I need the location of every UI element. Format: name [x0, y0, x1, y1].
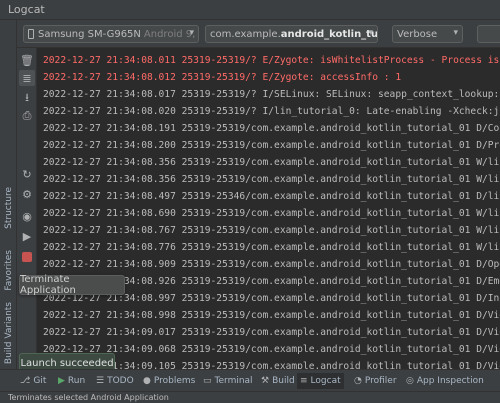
log-level-value: Verbose [397, 28, 438, 40]
chevron-down-icon: ▾ [453, 28, 458, 38]
log-line: 2022-12-27 21:34:08.497 25319-25346/com.… [43, 191, 500, 202]
logcat-side-toolbar: 🗑 ≣ ⭳ ⎙ ↻ ⚙ ◉ ▶ [17, 48, 37, 383]
build-variants-tab[interactable]: Build Variants [1, 300, 16, 366]
terminate-application-button[interactable] [19, 249, 35, 265]
bottom-tool-bar: ⎇ Git ▶ Run ☰ TODO ● Problems ▭ Terminal ⚒ Bui… [0, 369, 500, 391]
screenshot-icon: ◉ [22, 209, 32, 223]
left-tool-strip: Structure Favorites Build Variants [0, 20, 17, 383]
favorites-tab-label: Favorites [3, 249, 14, 291]
tab-todo[interactable]: ☰ TODO [96, 373, 134, 389]
log-line: 2022-12-27 21:34:08.909 25319-25319/com.… [43, 259, 500, 270]
clear-logcat-button[interactable]: 🗑 [19, 52, 35, 68]
print-button[interactable]: ⎙ [19, 108, 35, 124]
stop-icon [22, 252, 32, 262]
log-line: 2022-12-27 21:34:08.191 25319-25319/com.… [43, 123, 500, 134]
tab-terminal[interactable]: ▭ Terminal [203, 373, 253, 389]
screen-capture-button[interactable]: ◉ [19, 208, 35, 224]
log-line: 2022-12-27 21:34:08.012 25319-25319/? E/… [43, 72, 402, 83]
tab-label: Logcat [310, 376, 341, 386]
tab-profiler[interactable]: ◔ Profiler [354, 373, 397, 389]
git-icon: ⎇ [20, 376, 31, 386]
print-icon: ⎙ [22, 109, 32, 122]
terminate-application-tooltip: Terminate Application [19, 274, 125, 296]
log-line: 2022-12-27 21:34:08.767 25319-25319/com.… [43, 225, 500, 236]
logcat-icon: ≡ [300, 376, 308, 386]
run-icon: ▶ [58, 376, 65, 386]
structure-tab[interactable]: Structure [1, 178, 16, 238]
log-line: 2022-12-27 21:34:08.200 25319-25319/com.… [43, 140, 500, 151]
chevron-down-icon: ▾ [189, 28, 194, 38]
tab-label: Build [272, 376, 295, 386]
tab-label: Problems [153, 376, 196, 386]
tab-logcat[interactable]: ≡ Logcat [297, 373, 344, 389]
screen-record-icon: ▶ [22, 229, 32, 243]
tab-label: Git [33, 376, 47, 386]
log-line: 2022-12-27 21:34:08.690 25319-25319/com.… [43, 208, 500, 219]
process-name: android_kotlin_tuto [280, 28, 378, 40]
settings-icon: ⚙ [22, 187, 32, 201]
phone-icon [28, 29, 34, 39]
device-name: Samsung SM-G965N [38, 28, 141, 40]
search-input[interactable] [477, 25, 500, 43]
log-line: 2022-12-27 21:34:09.017 25319-25319/com.… [43, 327, 500, 338]
scroll-to-end-button[interactable]: ⭳ [19, 90, 35, 106]
tab-git[interactable]: ⎇ Git [20, 373, 46, 389]
chevron-down-icon: ▾ [368, 28, 373, 38]
device-selector[interactable]: Samsung SM-G965N Android 9, ▾ [23, 25, 199, 43]
log-line: 2022-12-27 21:34:08.011 25319-25319/? E/… [43, 55, 500, 66]
build-icon: ⚒ [261, 376, 270, 386]
tab-app-inspection[interactable]: ◎ App Inspection [406, 373, 484, 389]
log-line: 2022-12-27 21:34:08.017 25319-25319/? I/… [43, 89, 500, 100]
screen-record-button[interactable]: ▶ [19, 228, 35, 244]
structure-tab-label: Structure [3, 187, 14, 229]
process-selector[interactable]: com.example.android_kotlin_tuto ▾ [205, 25, 378, 43]
tool-window-title: Logcat [8, 3, 45, 16]
logcat-filter-bar: Samsung SM-G965N Android 9, ▾ com.exampl… [17, 20, 500, 48]
scroll-to-end-icon: ⭳ [25, 90, 29, 104]
log-line: 2022-12-27 21:34:08.776 25319-25319/com.… [43, 242, 500, 253]
logcat-settings-button[interactable]: ⚙ [19, 186, 35, 202]
profiler-icon: ◔ [354, 376, 362, 386]
tab-label: App Inspection [416, 376, 484, 386]
tab-label: Terminal [214, 376, 253, 386]
app-inspection-icon: ◎ [406, 376, 414, 386]
terminal-icon: ▭ [203, 376, 212, 386]
favorites-tab[interactable]: Favorites [1, 242, 16, 298]
log-line: 2022-12-27 21:34:08.998 25319-25319/com.… [43, 310, 500, 321]
log-line: 2022-12-27 21:34:08.020 25319-25319/? I/… [43, 106, 500, 117]
device-os: Android 9, [143, 28, 196, 40]
build-variants-tab-label: Build Variants [3, 301, 14, 365]
log-line: 2022-12-27 21:34:08.356 25319-25319/com.… [43, 157, 500, 168]
tab-build[interactable]: ⚒ Build [261, 373, 295, 389]
tab-label: Profiler [364, 376, 397, 386]
log-line: 2022-12-27 21:34:08.356 25319-25319/com.… [43, 174, 500, 185]
tab-label: Run [67, 376, 86, 386]
restart-icon: ↻ [22, 167, 32, 181]
soft-wrap-icon: ≣ [22, 71, 32, 85]
trash-icon: 🗑 [20, 53, 34, 67]
restart-logcat-button[interactable]: ↻ [19, 166, 35, 182]
status-text: Terminates selected Android Application [8, 393, 169, 402]
problems-icon: ● [143, 376, 151, 386]
tab-problems[interactable]: ● Problems [143, 373, 195, 389]
tab-run[interactable]: ▶ Run [58, 373, 85, 389]
logcat-output[interactable]: 2022-12-27 21:34:08.011 25319-25319/? E/… [37, 48, 500, 383]
process-prefix: com.example. [210, 28, 281, 40]
tab-label: TODO [107, 376, 134, 386]
status-bar: Terminates selected Android Application [0, 391, 500, 403]
tool-window-header: Logcat [0, 0, 500, 20]
todo-icon: ☰ [96, 376, 105, 386]
log-level-selector[interactable]: Verbose ▾ [392, 25, 463, 43]
soft-wrap-button[interactable]: ≣ [19, 70, 35, 86]
